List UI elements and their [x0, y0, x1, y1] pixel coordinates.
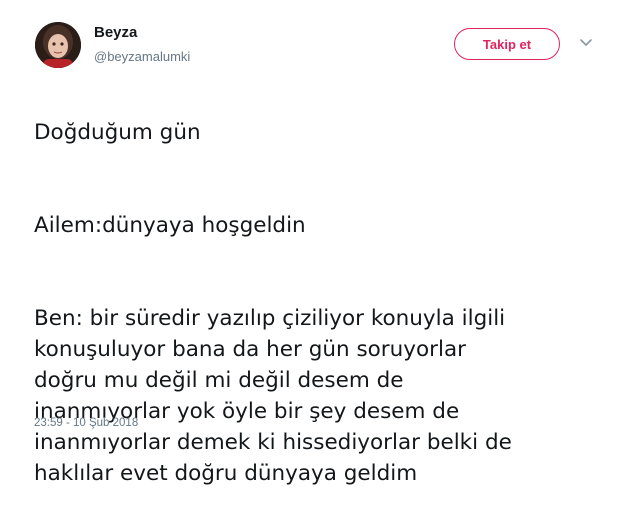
tweet-paragraph: Doğduğum gün [34, 120, 201, 145]
user-handle[interactable]: @beyzamalumki [94, 49, 190, 64]
avatar[interactable] [35, 22, 81, 68]
tweet-paragraph: Ailem:dünyaya hoşgeldin [34, 213, 306, 238]
tweet-paragraph: Ben: bir süredir yazılıp çiziliyor konuy… [34, 306, 512, 486]
chevron-down-icon[interactable] [579, 38, 593, 48]
tweet-timestamp[interactable]: 23:59 - 10 Şub 2018 [34, 417, 138, 429]
tweet-text: Doğduğum gün Ailem:dünyaya hoşgeldin Ben… [34, 86, 614, 520]
profile-photo-icon [35, 22, 81, 68]
display-name[interactable]: Beyza [94, 24, 137, 41]
follow-button[interactable]: Takip et [454, 28, 560, 60]
